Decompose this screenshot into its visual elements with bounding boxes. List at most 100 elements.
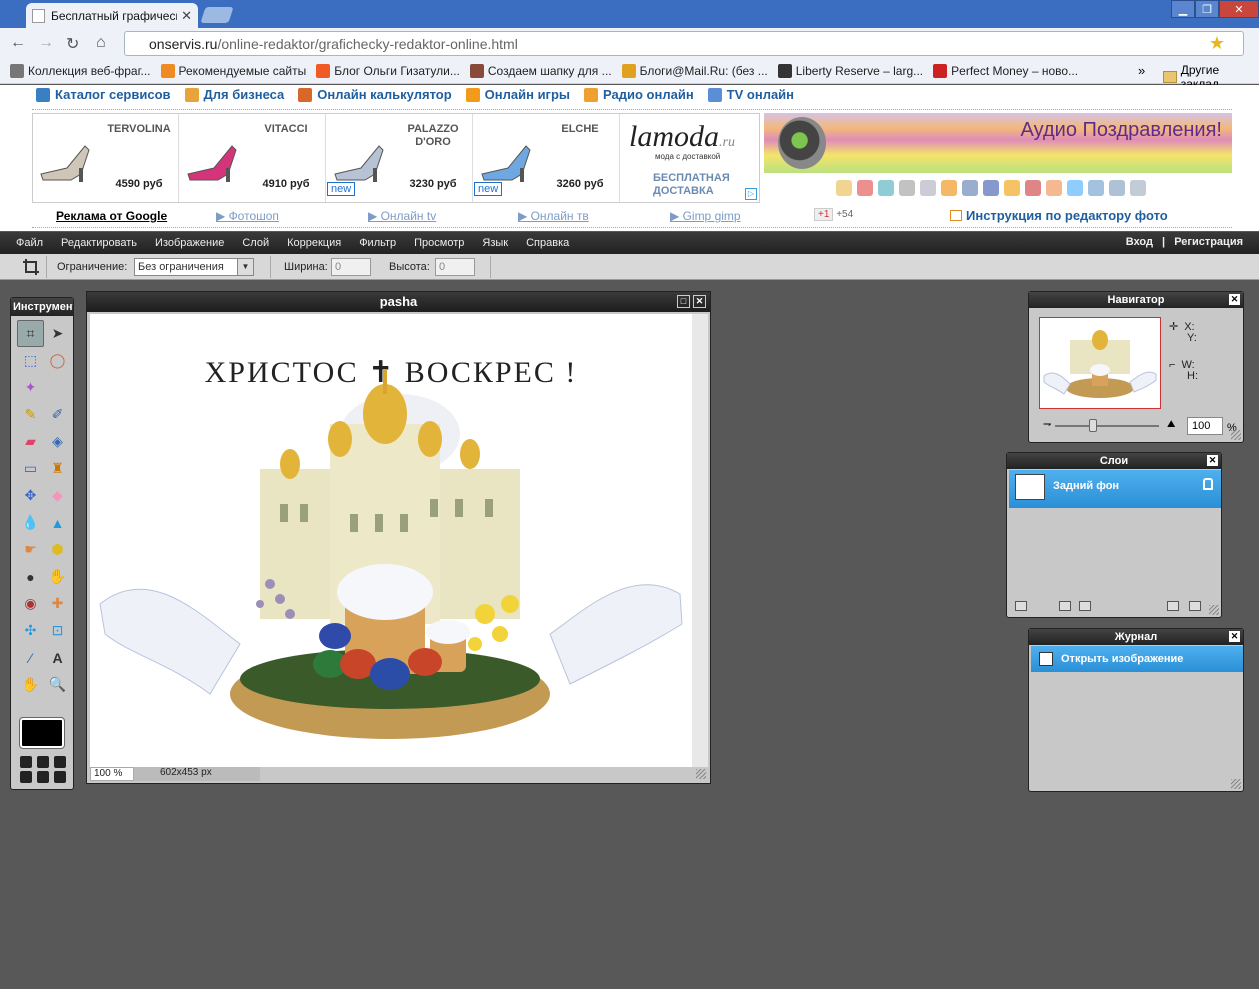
gplus-button[interactable]: +1 +54 [814, 208, 853, 221]
red-eye-icon[interactable]: ◉ [17, 590, 44, 617]
height-input[interactable]: 0 [435, 258, 475, 276]
navigator-title[interactable]: Навигатор ✕ [1029, 292, 1243, 308]
ad-link-gimp[interactable]: ▶ Gimp gimp [670, 209, 741, 223]
pinch-icon[interactable]: ⊡ [44, 617, 71, 644]
dodge-icon[interactable]: ● [17, 563, 44, 590]
close-icon[interactable]: ✕ [1229, 631, 1240, 642]
audio-greetings-banner[interactable]: Аудио Поздравления! [764, 113, 1232, 173]
image-canvas[interactable]: ХРИСТОС ✝ ВОСКРЕС ! [90, 314, 692, 767]
zoom-in-icon[interactable]: ⛰ [1167, 419, 1175, 430]
browser-tab[interactable]: Бесплатный графический р ✕ [26, 3, 198, 28]
sharpen-icon[interactable]: ▲ [44, 509, 71, 536]
drawing-icon[interactable]: ◆ [44, 482, 71, 509]
facebook-share-icon[interactable] [983, 180, 999, 196]
close-icon[interactable]: ✕ [1229, 294, 1240, 305]
twitter-share-icon[interactable] [878, 180, 894, 196]
navigator-thumbnail[interactable] [1039, 317, 1161, 409]
reload-icon[interactable]: ↻ [66, 34, 79, 54]
color-replace-icon[interactable]: ✥ [17, 482, 44, 509]
site-nav-item[interactable]: Для бизнеса [184, 87, 284, 102]
clone-stamp-icon[interactable]: ♜ [44, 455, 71, 482]
settings-share-icon[interactable] [1088, 180, 1104, 196]
trash-icon[interactable] [1189, 601, 1201, 611]
menu-item[interactable]: Фильтр [359, 237, 396, 249]
lasso-icon[interactable]: ◯ [44, 347, 71, 374]
blogger-share-icon[interactable] [1046, 180, 1062, 196]
menu-item[interactable]: Редактировать [61, 237, 137, 249]
color-picker-icon[interactable]: ⁄ [17, 644, 44, 671]
menu-item[interactable]: Файл [16, 237, 43, 249]
site-nav-item[interactable]: TV онлайн [707, 87, 794, 102]
burn-icon[interactable]: ✋ [44, 563, 71, 590]
close-icon[interactable]: ✕ [1207, 455, 1218, 466]
bookmark-item[interactable]: Блог Ольги Гизатули... [316, 63, 460, 78]
close-window-icon[interactable]: ✕ [1219, 0, 1259, 18]
spot-heal-icon[interactable]: ✚ [44, 590, 71, 617]
marquee-icon[interactable]: ⬚ [17, 347, 44, 374]
ad-shoe-item[interactable]: ELCHE 3260 руб new [474, 114, 620, 202]
magic-wand-icon[interactable]: ✦ [17, 374, 44, 401]
bookmark-star-icon[interactable]: ★ [1209, 33, 1225, 54]
layers-title[interactable]: Слои ✕ [1007, 453, 1221, 469]
bookmark-item[interactable]: Liberty Reserve – larg... [777, 63, 923, 78]
menu-item[interactable]: Справка [526, 237, 569, 249]
menu-item[interactable]: Слой [242, 237, 269, 249]
ad-link-photoshop[interactable]: ▶ Фотошоп [216, 209, 279, 223]
ad-shoe-item[interactable]: VITACCI 4910 руб [180, 114, 326, 202]
eraser-icon[interactable]: ▰ [17, 428, 44, 455]
back-arrow-icon[interactable]: ← [10, 34, 26, 52]
menu-item[interactable]: Просмотр [414, 237, 464, 249]
register-link[interactable]: Регистрация [1174, 236, 1243, 248]
ad-link-online-tv[interactable]: ▶ Онлайн tv [368, 209, 436, 223]
layer-item[interactable]: Задний фон [1009, 470, 1221, 508]
zoom-slider-knob[interactable] [1089, 419, 1097, 432]
site-nav-item[interactable]: Радио онлайн [584, 87, 694, 102]
bookmark-item[interactable]: Рекомендуемые сайты [160, 63, 306, 78]
restore-window-icon[interactable]: ❐ [1195, 0, 1219, 18]
pencil-icon[interactable]: ✎ [17, 401, 44, 428]
smudge-icon[interactable]: ☛ [17, 536, 44, 563]
menu-item[interactable]: Язык [482, 237, 508, 249]
site-nav-item[interactable]: Каталог сервисов [36, 87, 171, 102]
site-nav-item[interactable]: Онлайн калькулятор [298, 87, 452, 102]
bookmark-item[interactable]: Коллекция веб-фраг... [10, 63, 151, 78]
forward-arrow-icon[interactable]: → [38, 34, 54, 52]
color-swatch[interactable] [19, 717, 65, 749]
zoom-out-icon[interactable]: ⇁ [1043, 419, 1051, 430]
zoom-input[interactable]: 100 [1187, 417, 1223, 435]
ad-link-online-tv-ru[interactable]: ▶ Онлайн тв [518, 209, 589, 223]
width-input[interactable]: 0 [331, 258, 371, 276]
vertical-scrollbar[interactable] [692, 314, 708, 767]
menu-item[interactable]: Коррекция [287, 237, 341, 249]
layer-settings-icon[interactable] [1015, 601, 1027, 611]
address-bar[interactable]: onservis.ru/online-redaktor/grafichecky-… [124, 31, 1244, 56]
ad-shoe-item[interactable]: PALAZZO D'ORO 3230 руб new [327, 114, 473, 202]
zoom-level[interactable]: 100 % [90, 767, 134, 781]
gradient-icon[interactable]: ▭ [17, 455, 44, 482]
instruction-link[interactable]: Инструкция по редактору фото [950, 208, 1168, 223]
livejournal-share-icon[interactable] [920, 180, 936, 196]
image-window-titlebar[interactable]: pasha □ ✕ [87, 292, 710, 312]
crop-icon[interactable]: ⌗ [17, 320, 44, 347]
bookmark-item[interactable]: Создаем шапку для ... [469, 63, 612, 78]
site-nav-item[interactable]: Онлайн игры [465, 87, 570, 102]
zoom-icon[interactable]: 🔍 [44, 671, 71, 698]
close-icon[interactable]: ✕ [693, 295, 706, 308]
home-icon[interactable]: ⌂ [96, 34, 106, 52]
print-share-icon[interactable] [1109, 180, 1125, 196]
moikrug-share-icon[interactable] [1025, 180, 1041, 196]
history-item[interactable]: Открыть изображение [1031, 646, 1243, 672]
minimize-window-icon[interactable]: ▁ [1171, 0, 1195, 18]
bookmark-item[interactable]: Блоги@Mail.Ru: (без ... [621, 63, 768, 78]
brush-icon[interactable]: ✐ [44, 401, 71, 428]
sponge-icon[interactable]: ⬢ [44, 536, 71, 563]
vkontakte-share-icon[interactable] [962, 180, 978, 196]
paint-bucket-icon[interactable]: ◈ [44, 428, 71, 455]
odnoklassniki-share-icon[interactable] [1004, 180, 1020, 196]
bookmark-item[interactable]: Perfect Money – ново... [933, 63, 1078, 78]
login-link[interactable]: Вход [1126, 236, 1153, 248]
blur-icon[interactable]: 💧 [17, 509, 44, 536]
history-title[interactable]: Журнал ✕ [1029, 629, 1243, 645]
google-ads-label[interactable]: Реклама от Google [56, 209, 167, 223]
bloat-icon[interactable]: ✣ [17, 617, 44, 644]
